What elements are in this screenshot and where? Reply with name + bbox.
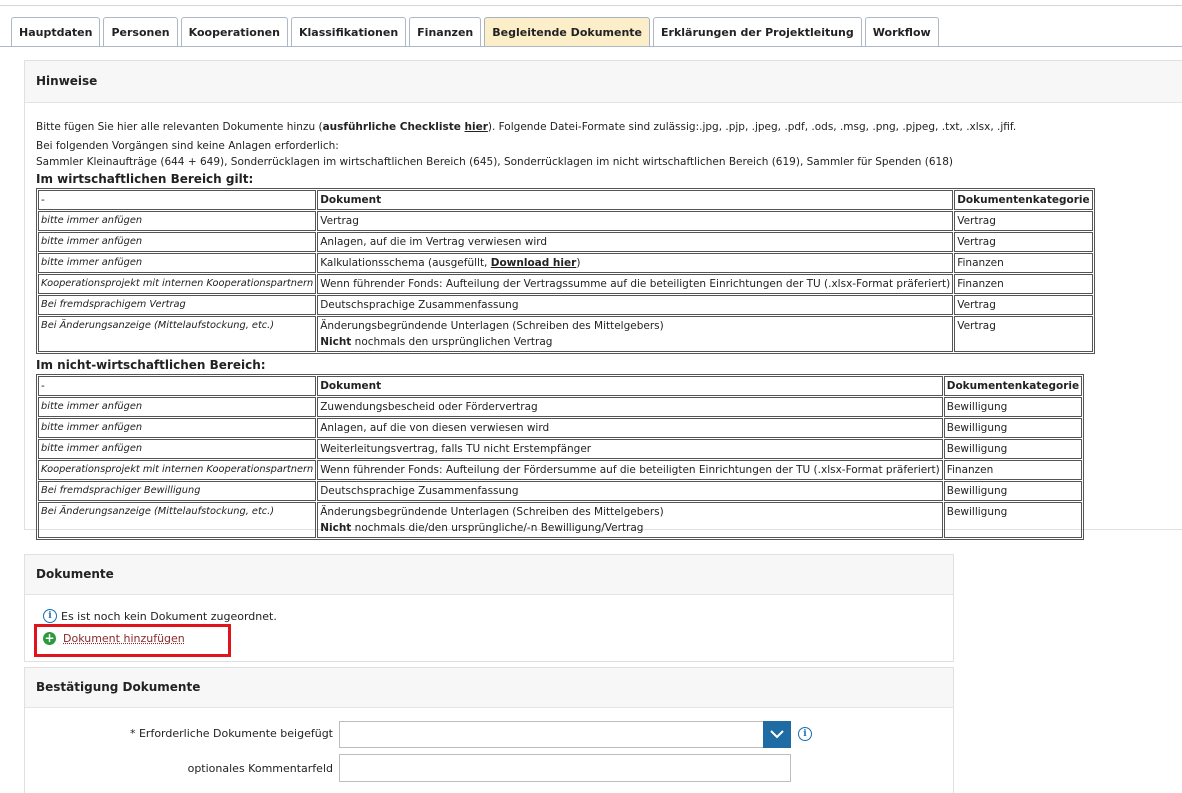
table-row: Kooperationsprojekt mit internen Koopera… [38, 460, 1083, 480]
table-row: Bei Änderungsanzeige (Mittelaufstockung,… [38, 502, 1083, 538]
kommentar-input[interactable] [339, 754, 791, 782]
tab-klassifikationen[interactable]: Klassifikationen [290, 17, 407, 46]
table-header-row: - Dokument Dokumentenkategorie [38, 376, 1083, 396]
chevron-down-icon [770, 730, 784, 739]
tab-erklaerungen-projektleitung[interactable]: Erklärungen der Projektleitung [653, 17, 862, 46]
top-divider [0, 5, 1182, 6]
empty-message: i Es ist noch kein Dokument zugeordnet. [43, 609, 277, 623]
tab-bar: Hauptdaten Personen Kooperationen Klassi… [11, 17, 939, 46]
bestaetigung-title: Bestätigung Dokumente [25, 668, 953, 708]
hinweise-body: Bitte fügen Sie hier alle relevanten Dok… [36, 119, 1156, 540]
section-nicht-wirtschaftlich-title: Im nicht-wirtschaftlichen Bereich: [36, 358, 266, 372]
info-icon: i [43, 609, 57, 623]
download-link[interactable]: Download hier [491, 257, 577, 269]
hinweise-intro: Bitte fügen Sie hier alle relevanten Dok… [36, 121, 1017, 133]
dokumente-beigefuegt-select[interactable] [339, 721, 791, 748]
table-row: bitte immer anfügen Weiterleitungsvertra… [38, 439, 1083, 459]
hinweise-panel: Hinweise Bitte fügen Sie hier alle relev… [24, 60, 1182, 540]
table-row: Bei fremdsprachiger Bewilligung Deutschs… [38, 481, 1083, 501]
dokumente-panel: Dokumente i Es ist noch kein Dokument zu… [24, 554, 954, 662]
table-nicht-wirtschaftlich: - Dokument Dokumentenkategorie bitte imm… [36, 374, 1085, 540]
table-header-row: - Dokument Dokumentenkategorie [38, 190, 1093, 210]
table-row: bitte immer anfügen Vertrag Vertrag [38, 211, 1093, 231]
table-row: bitte immer anfügen Kalkulationsschema (… [38, 253, 1093, 273]
field-label-kommentar: optionales Kommentarfeld [187, 762, 333, 775]
hinweise-note-1: Bei folgenden Vorgängen sind keine Anlag… [36, 140, 339, 152]
table-wirtschaftlich: - Dokument Dokumentenkategorie bitte imm… [36, 188, 1095, 354]
add-document-label[interactable]: Dokument hinzufügen [63, 632, 185, 645]
tab-kooperationen[interactable]: Kooperationen [180, 17, 288, 46]
checkliste-link[interactable]: hier [465, 121, 488, 133]
dokumente-title: Dokumente [25, 555, 953, 595]
dropdown-button[interactable] [763, 721, 791, 748]
add-document-button[interactable]: + Dokument hinzufügen [43, 632, 185, 645]
table-row: Bei Änderungsanzeige (Mittelaufstockung,… [38, 316, 1093, 352]
tab-workflow[interactable]: Workflow [864, 17, 939, 46]
hinweise-title: Hinweise [25, 61, 1182, 103]
field-label-dokumente-beigefuegt: * Erforderliche Dokumente beigefügt [129, 727, 333, 740]
tab-hauptdaten[interactable]: Hauptdaten [11, 17, 101, 46]
hinweise-note-2: Sammler Kleinaufträge (644 + 649), Sonde… [36, 156, 954, 168]
tab-finanzen[interactable]: Finanzen [409, 17, 482, 46]
bestaetigung-panel: Bestätigung Dokumente * Erforderliche Do… [24, 667, 954, 793]
info-icon[interactable]: i [798, 727, 812, 741]
table-row: bitte immer anfügen Anlagen, auf die von… [38, 418, 1083, 438]
tab-divider [0, 46, 1182, 47]
table-row: Kooperationsprojekt mit internen Koopera… [38, 274, 1093, 294]
tab-personen[interactable]: Personen [103, 17, 178, 46]
table-row: Bei fremdsprachigem Vertrag Deutschsprac… [38, 295, 1093, 315]
table-row: bitte immer anfügen Zuwendungsbescheid o… [38, 397, 1083, 417]
section-wirtschaftlich-title: Im wirtschaftlichen Bereich gilt: [36, 172, 254, 186]
plus-circle-icon: + [43, 631, 56, 645]
tab-begleitende-dokumente[interactable]: Begleitende Dokumente [484, 17, 650, 46]
table-row: bitte immer anfügen Anlagen, auf die im … [38, 232, 1093, 252]
